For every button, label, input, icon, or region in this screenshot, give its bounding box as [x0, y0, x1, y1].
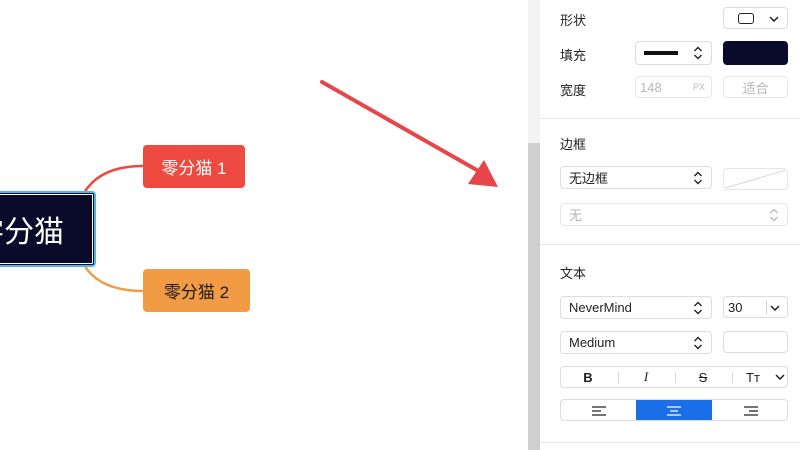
- red-arrow-annotation: [320, 80, 498, 187]
- rounded-rectangle-icon: [738, 12, 754, 24]
- text-section-title: 文本: [560, 266, 587, 281]
- subtopic-node-1[interactable]: 零分猫 1: [143, 145, 245, 188]
- updown-chevron-icon: [694, 46, 702, 60]
- updown-chevron-icon: [694, 171, 702, 184]
- font-weight-value: Medium: [569, 335, 616, 350]
- align-center-button[interactable]: [636, 400, 712, 420]
- updown-chevron-icon: [694, 336, 702, 349]
- align-right-icon: [743, 405, 758, 416]
- fit-button-label: 适合: [742, 80, 769, 96]
- strikethrough-icon: S: [698, 369, 708, 385]
- subtopic-node-2[interactable]: 零分猫 2: [143, 269, 250, 312]
- align-left-button[interactable]: [561, 400, 636, 420]
- solid-line-icon: [644, 51, 678, 55]
- fill-line-style-select[interactable]: [635, 41, 712, 65]
- section-divider: [540, 442, 800, 443]
- text-color-swatch[interactable]: [723, 331, 788, 353]
- connector-root-to-child-1: [82, 164, 144, 194]
- subtopic-label-1: 零分猫 1: [161, 159, 227, 178]
- fit-width-button[interactable]: 适合: [723, 76, 788, 98]
- border-width-value: 无: [569, 208, 583, 223]
- font-size-value: 30: [728, 299, 743, 315]
- border-color-swatch[interactable]: [723, 168, 788, 190]
- section-divider: [540, 118, 800, 119]
- font-size-select[interactable]: 30: [723, 296, 788, 318]
- strikethrough-button[interactable]: S: [678, 367, 728, 387]
- root-topic-node[interactable]: 零分猫: [0, 191, 96, 267]
- font-family-select[interactable]: NeverMind: [560, 296, 712, 319]
- root-topic-label: 零分猫: [0, 216, 64, 249]
- text-case-button[interactable]: Tт: [733, 367, 773, 387]
- mindmap-canvas[interactable]: 零分猫 零分猫 1 零分猫 2: [0, 0, 528, 450]
- connector-root-to-child-2: [82, 264, 144, 293]
- font-family-value: NeverMind: [569, 300, 632, 315]
- width-placeholder: 148: [640, 79, 662, 95]
- text-align-toolbar: [560, 399, 788, 421]
- subtopic-label-2: 零分猫 2: [163, 283, 230, 302]
- toolbar-separator: [675, 372, 676, 383]
- shape-select[interactable]: [723, 7, 788, 29]
- width-label: 宽度: [560, 83, 587, 98]
- italic-icon: I: [643, 369, 649, 384]
- fill-label: 填充: [560, 48, 587, 63]
- align-center-icon: [667, 405, 681, 416]
- chevron-down-icon: [769, 16, 779, 22]
- border-style-value: 无边框: [569, 171, 609, 186]
- section-divider: [540, 244, 800, 245]
- font-weight-select[interactable]: Medium: [560, 331, 712, 354]
- italic-button[interactable]: I: [621, 367, 671, 387]
- style-panel: 形状 填充 宽度 148 PX 适合 边框 无边框 无 文本 NeverMind…: [540, 0, 800, 450]
- bold-icon: B: [583, 369, 593, 385]
- border-section-title: 边框: [560, 137, 587, 152]
- shape-label: 形状: [560, 13, 587, 28]
- text-format-toolbar: B I S Tт: [560, 366, 788, 388]
- toolbar-separator: [618, 372, 619, 383]
- chevron-down-icon: [770, 305, 780, 311]
- panel-scrollbar-thumb[interactable]: [528, 143, 540, 450]
- width-input[interactable]: 148 PX: [635, 76, 712, 98]
- width-unit: PX: [692, 82, 705, 92]
- fill-color-swatch[interactable]: [723, 41, 788, 65]
- border-style-select[interactable]: 无边框: [560, 166, 712, 189]
- align-right-button[interactable]: [712, 400, 787, 420]
- align-left-icon: [591, 405, 606, 416]
- border-width-select[interactable]: 无: [560, 203, 788, 226]
- updown-chevron-icon: [770, 208, 778, 221]
- chevron-down-icon[interactable]: [775, 374, 785, 380]
- no-color-slash-icon: [725, 169, 786, 189]
- bold-button[interactable]: B: [563, 367, 613, 387]
- updown-chevron-icon: [694, 301, 702, 314]
- text-case-icon: Tт: [746, 369, 760, 385]
- font-size-divider: [766, 301, 767, 314]
